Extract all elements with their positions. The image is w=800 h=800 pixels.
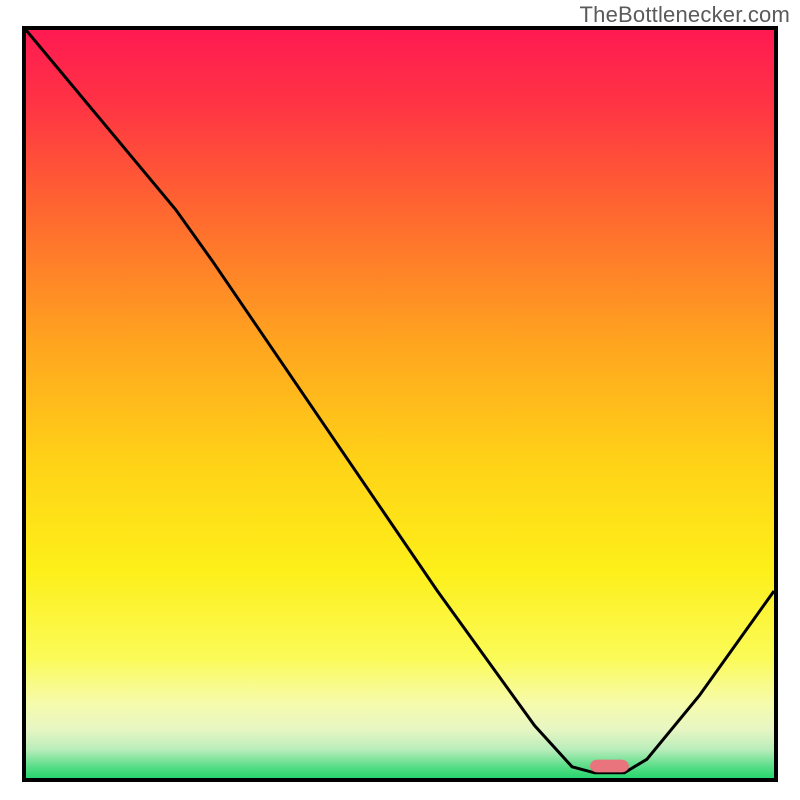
background-gradient [26,30,774,778]
plot-svg [26,30,774,778]
optimal-marker [590,760,629,773]
chart-frame: TheBottlenecker.com [0,0,800,800]
plot-area [22,26,778,782]
watermark-text: TheBottlenecker.com [580,2,790,28]
